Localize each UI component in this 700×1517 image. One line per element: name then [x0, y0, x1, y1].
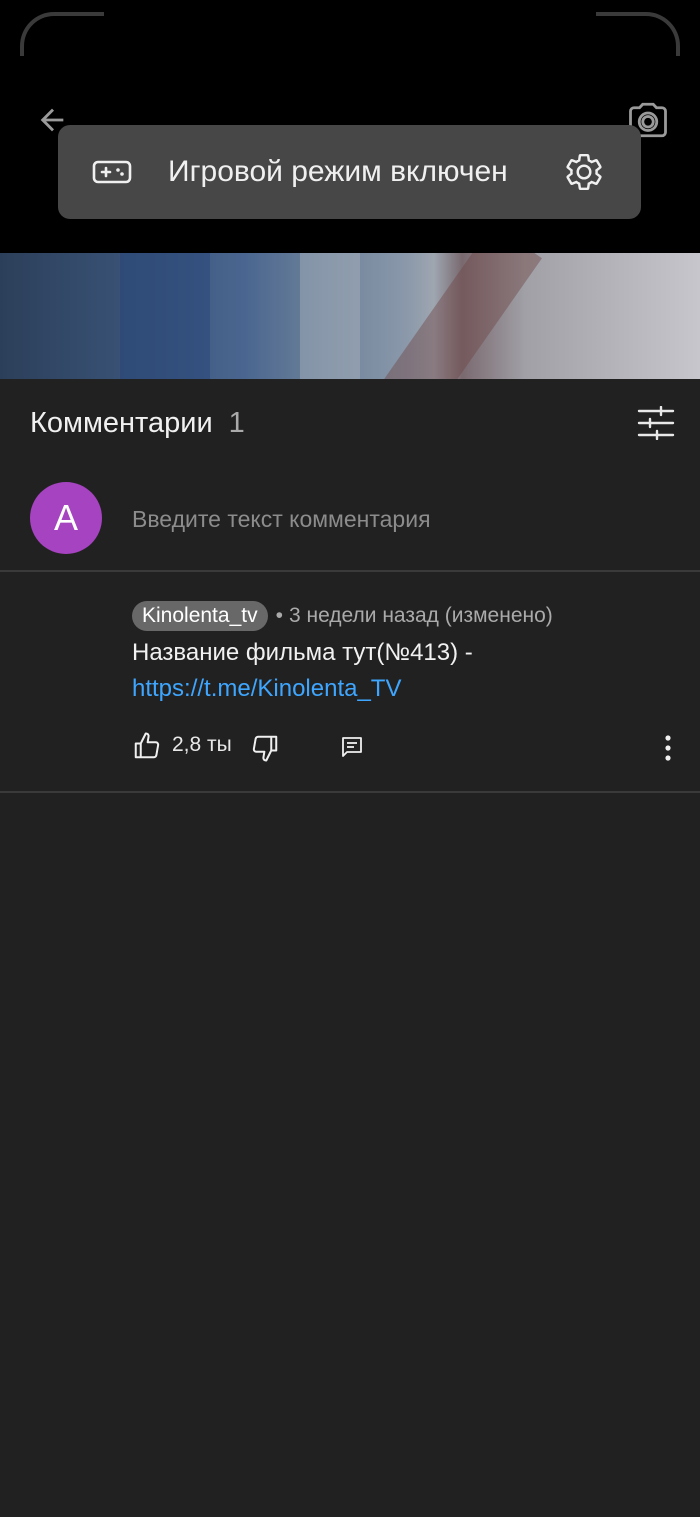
sort-filter-button[interactable]: [632, 401, 680, 445]
comments-count: 1: [228, 406, 245, 439]
toast-message: Игровой режим включен: [168, 155, 508, 188]
divider: [0, 791, 700, 793]
comment-time: 3 недели назад (изменено): [288, 604, 553, 627]
comment-input[interactable]: [132, 497, 662, 541]
comment-actions: 2,8 ты: [132, 727, 682, 767]
comments-panel: Комментарии 1 A Kinolenta_tv • 3 недели …: [0, 379, 700, 1517]
comment-author[interactable]: Kinolenta_tv: [132, 601, 268, 631]
comment-link[interactable]: https://t.me/Kinolenta_TV: [132, 675, 401, 702]
gear-icon[interactable]: [563, 151, 605, 193]
screen-corner-left: [20, 12, 104, 56]
comments-title: Комментарии: [30, 406, 213, 439]
sliders-icon: [637, 406, 675, 440]
video-frame-blur: [120, 253, 210, 379]
more-vertical-icon: [665, 735, 671, 761]
thumbs-down-icon[interactable]: [250, 733, 280, 763]
avatar[interactable]: A: [30, 482, 102, 554]
more-options-button[interactable]: [656, 731, 680, 765]
comment-text: Название фильма тут(№413) - https://t.me/…: [132, 635, 672, 707]
divider: [0, 570, 700, 572]
reply-comment-icon[interactable]: [340, 735, 364, 759]
comment-item: Kinolenta_tv • 3 недели назад (изменено)…: [132, 601, 672, 707]
thumbs-up-icon[interactable]: [132, 731, 162, 761]
comment-text-prefix: Название фильма тут(№413) -: [132, 639, 473, 666]
gamepad-icon: [92, 160, 132, 184]
video-frame-blur: [378, 253, 542, 379]
video-frame-blur: [300, 253, 360, 379]
like-count: 2,8 ты: [172, 733, 232, 756]
screen-corner-right: [596, 12, 680, 56]
video-player[interactable]: [0, 253, 700, 379]
game-mode-toast: Игровой режим включен: [58, 125, 641, 219]
meta-separator: •: [275, 604, 283, 627]
comments-header: Комментарии 1: [30, 401, 245, 445]
comment-meta: Kinolenta_tv • 3 недели назад (изменено): [132, 601, 672, 631]
top-bar: Игровой режим включен: [0, 0, 700, 253]
